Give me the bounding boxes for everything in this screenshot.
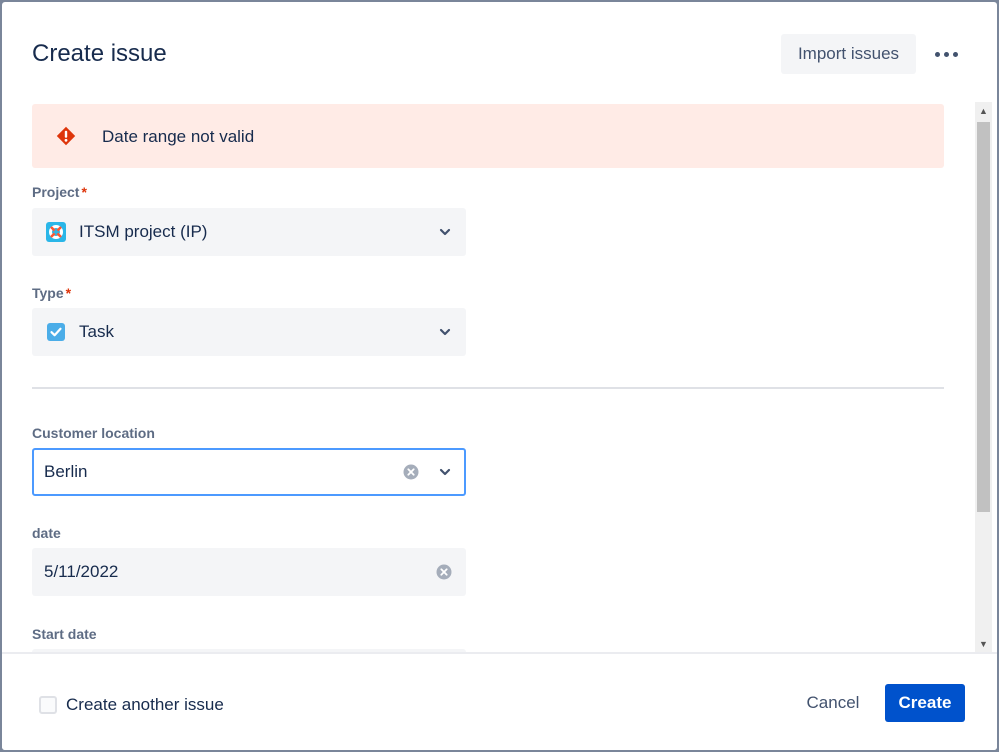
project-label-text: Project [32,184,80,200]
task-checkbox-icon [47,323,65,341]
scroll-down-arrow-icon[interactable]: ▼ [975,635,992,652]
type-value: Task [79,322,114,341]
dialog-title: Create issue [32,40,167,67]
dialog-body[interactable]: Date range not valid Project * ITSM proje… [2,102,997,652]
cancel-button[interactable]: Cancel [795,684,871,722]
customer-location-value: Berlin [44,462,88,481]
error-message: Date range not valid [102,127,255,146]
date-label: date [32,525,61,541]
clear-icon[interactable] [436,564,452,580]
chevron-down-icon[interactable] [438,465,452,479]
dialog-footer: Create another issue Cancel Create [2,652,997,750]
project-value: ITSM project (IP) [79,222,208,241]
customer-location-select[interactable]: Berlin [32,448,466,496]
section-divider [32,387,944,389]
scrollbar-thumb[interactable] [977,122,990,512]
project-select[interactable]: ITSM project (IP) [32,208,466,256]
create-another-label[interactable]: Create another issue [66,695,224,715]
required-mark: * [81,184,87,200]
required-mark: * [65,285,72,301]
import-issues-button[interactable]: Import issues [781,34,916,74]
type-select[interactable]: Task [32,308,466,356]
error-banner: Date range not valid [32,104,944,168]
more-horizontal-icon [934,51,940,57]
dialog-header: Create issue Import issues [2,2,997,102]
customer-location-label: Customer location [32,425,155,441]
project-avatar-icon [46,222,66,242]
more-dot [952,51,958,57]
date-value: 5/11/2022 [44,562,119,581]
create-issue-dialog: Create issue Import issues Date range no… [2,2,997,750]
chevron-down-icon [439,328,451,336]
date-picker[interactable]: 5/11/2022 [32,548,466,596]
scrollbar[interactable]: ▲ ▼ [975,102,992,652]
project-label: Project * [32,184,87,200]
more-dot [943,51,949,57]
scroll-up-arrow-icon[interactable]: ▲ [975,102,992,119]
clear-icon[interactable] [403,464,419,480]
more-options-button[interactable] [926,38,966,70]
create-button[interactable]: Create [885,684,965,722]
type-label: Type * [32,285,71,301]
type-label-text: Type [32,285,64,301]
chevron-down-icon [439,228,451,236]
warning-icon [56,126,76,146]
start-date-label: Start date [32,626,97,642]
create-another-checkbox[interactable] [39,696,57,714]
